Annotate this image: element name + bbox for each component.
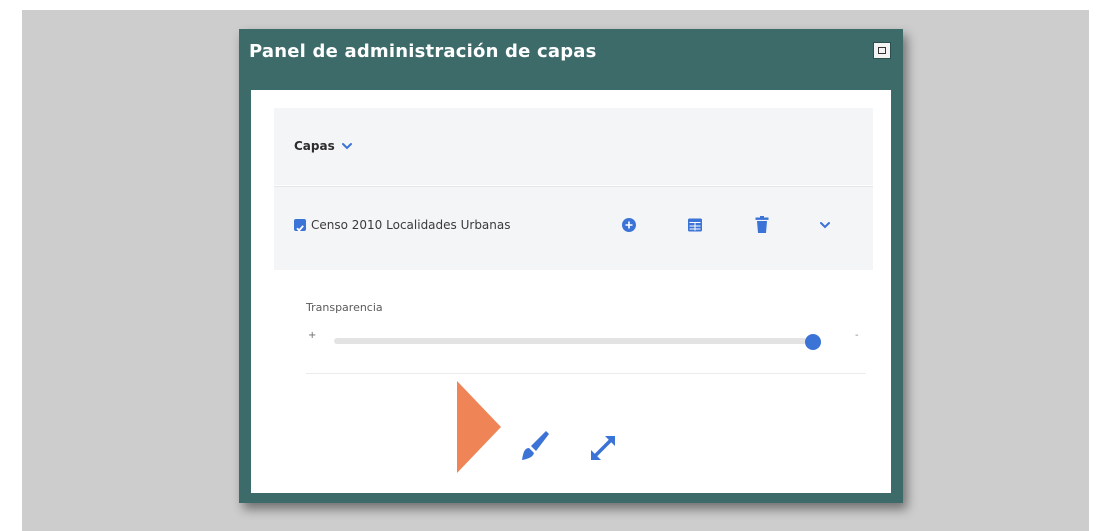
checkmark-icon: [296, 225, 304, 232]
layer-visibility-checkbox[interactable]: [294, 219, 306, 232]
add-circle-icon[interactable]: [621, 217, 637, 233]
transparency-minus-label: -: [855, 330, 859, 341]
expand-arrows-icon[interactable]: [588, 433, 618, 463]
chevron-down-icon[interactable]: [820, 221, 830, 229]
trash-icon[interactable]: [754, 216, 770, 234]
panel-title: Panel de administración de capas: [249, 41, 597, 62]
window-restore-icon[interactable]: [873, 42, 891, 59]
divider: [306, 373, 866, 374]
transparency-slider-thumb[interactable]: [805, 334, 821, 350]
transparency-label: Transparencia: [306, 301, 383, 314]
capas-label: Capas: [294, 139, 335, 153]
table-icon[interactable]: [687, 217, 703, 233]
transparency-plus-label: +: [308, 330, 317, 341]
layer-name: Censo 2010 Localidades Urbanas: [311, 218, 511, 232]
chevron-down-icon[interactable]: [342, 142, 352, 150]
tutorial-pointer-arrow: [457, 381, 501, 473]
layer-admin-panel: Panel de administración de capas Capas C…: [239, 29, 903, 503]
paintbrush-icon[interactable]: [519, 429, 551, 463]
capas-header[interactable]: Capas: [274, 108, 873, 185]
layer-row: Censo 2010 Localidades Urbanas: [274, 186, 873, 270]
panel-body: Capas Censo 2010 Localidades Urbanas Tra…: [251, 90, 891, 493]
transparency-slider-track[interactable]: [334, 338, 807, 344]
